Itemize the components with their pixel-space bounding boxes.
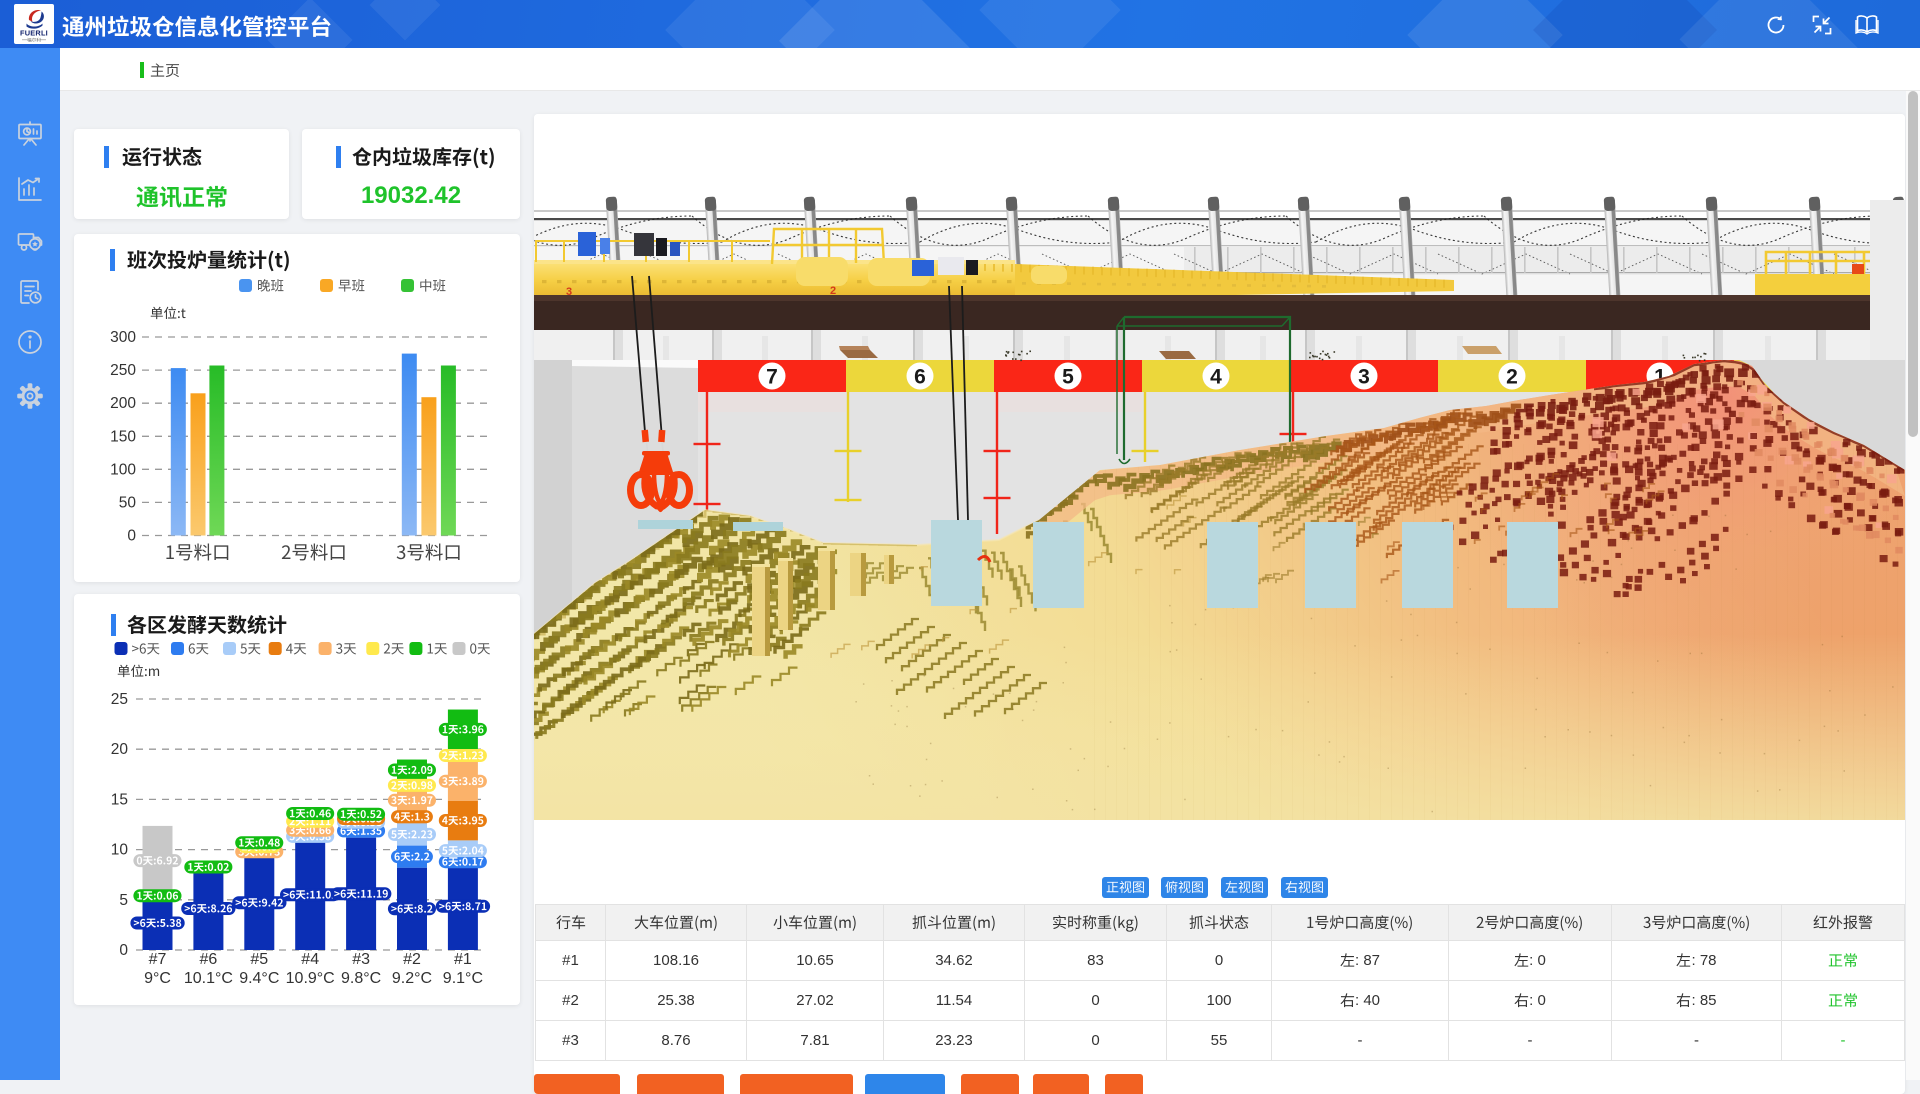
svg-text:9.2°C: 9.2°C — [392, 970, 432, 987]
svg-text:10: 10 — [111, 842, 129, 859]
svg-text:10.1°C: 10.1°C — [184, 970, 233, 987]
svg-text:250: 250 — [110, 362, 136, 379]
svg-text:7: 7 — [766, 366, 778, 389]
svg-text:0: 0 — [119, 942, 128, 959]
svg-text:6: 6 — [914, 366, 926, 389]
svg-text:150: 150 — [110, 428, 136, 445]
svg-text:2: 2 — [1506, 366, 1518, 389]
svg-text:3: 3 — [1358, 366, 1370, 389]
svg-text:FUERLI: FUERLI — [20, 29, 48, 38]
svg-text:4: 4 — [1210, 366, 1222, 389]
svg-text:#1: #1 — [454, 951, 472, 968]
svg-text:9.1°C: 9.1°C — [443, 970, 483, 987]
svg-text:#2: #2 — [403, 951, 421, 968]
svg-text:5: 5 — [119, 892, 128, 909]
svg-text:100: 100 — [110, 461, 136, 478]
svg-text:20: 20 — [111, 741, 129, 758]
svg-text:9.4°C: 9.4°C — [239, 970, 279, 987]
svg-text:#7: #7 — [149, 951, 167, 968]
svg-text:5: 5 — [1062, 366, 1074, 389]
svg-text:200: 200 — [110, 395, 136, 412]
svg-text:9.8°C: 9.8°C — [341, 970, 381, 987]
svg-text:15: 15 — [111, 791, 128, 808]
svg-text:#4: #4 — [301, 951, 319, 968]
svg-text:10.9°C: 10.9°C — [286, 970, 335, 987]
svg-text:#5: #5 — [250, 951, 268, 968]
svg-text:300: 300 — [110, 329, 136, 346]
svg-text:0: 0 — [127, 528, 136, 545]
svg-text:#6: #6 — [200, 951, 218, 968]
svg-text:25: 25 — [111, 691, 128, 708]
svg-text:#3: #3 — [352, 951, 370, 968]
svg-text:9°C: 9°C — [144, 970, 171, 987]
svg-text:50: 50 — [119, 494, 137, 511]
